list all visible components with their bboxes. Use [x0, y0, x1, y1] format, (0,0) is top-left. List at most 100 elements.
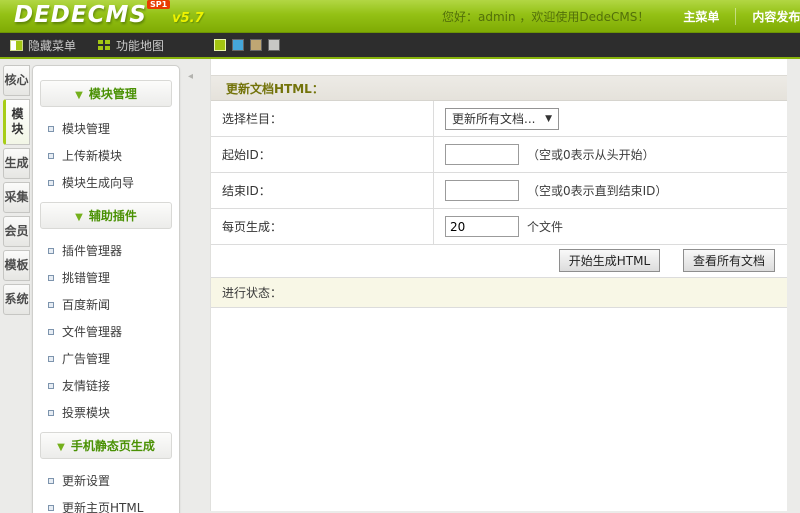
grid-icon — [98, 40, 111, 51]
section-aux-plugins[interactable]: ▼辅助插件 — [40, 202, 172, 229]
sidebar-item-label: 更新设置 — [62, 472, 110, 489]
chevron-down-icon: ▼ — [57, 442, 65, 453]
form-row-category: 选择栏目： 更新所有文档... ▼ — [211, 101, 787, 137]
form-row-start-id: 起始ID： （空或0表示从头开始） — [211, 137, 787, 173]
status-label: 进行状态： — [222, 286, 282, 300]
content-area: 核心 模块 生成 采集 会员 模板 系统 ▼ 模块管理 模块管理 上传新模块 模块… — [0, 59, 800, 511]
sidebar-item-label: 模块管理 — [62, 120, 110, 137]
sidebar-item-label: 百度新闻 — [62, 296, 110, 313]
sidebar-item-label: 广告管理 — [62, 350, 110, 367]
logo-text: DEDECMS — [14, 2, 147, 28]
field-label: 结束ID： — [211, 173, 433, 208]
main-panel: 更新文档HTML： 选择栏目： 更新所有文档... ▼ 起始ID： （空或0表示… — [210, 59, 787, 511]
sidebar-menu: ▼模块管理 模块管理 上传新模块 模块生成向导 ▼辅助插件 插件管理器 挑错管理… — [32, 65, 180, 513]
bullet-icon — [48, 126, 54, 132]
button-row: 开始生成HTML 查看所有文档 — [211, 245, 787, 278]
sidebar-item-vote-module[interactable]: 投票模块 — [33, 399, 179, 426]
select-arrow-icon: ▼ — [545, 114, 552, 124]
sidebar-item-update-settings[interactable]: 更新设置 — [33, 467, 179, 494]
chevron-down-icon: ▼ — [75, 90, 83, 101]
field-value-cell: 个文件 — [433, 209, 787, 244]
header-right: 您好：admin ，欢迎使用DedeCMS！ 主菜单 内容发布 内容管理 — [442, 0, 800, 33]
sidebar-item-file-manager[interactable]: 文件管理器 — [33, 318, 179, 345]
tab-generate[interactable]: 生成 — [3, 148, 30, 179]
form-row-end-id: 结束ID： （空或0表示直到结束ID） — [211, 173, 787, 209]
tab-system[interactable]: 系统 — [3, 284, 30, 315]
field-label: 每页生成： — [211, 209, 433, 244]
tab-template[interactable]: 模板 — [3, 250, 30, 281]
field-label: 选择栏目： — [211, 101, 433, 136]
section-mobile-static[interactable]: ▼ 手机静态页生成 — [40, 432, 172, 459]
version-label: v5.7 — [172, 11, 204, 26]
field-hint: （空或0表示从头开始） — [527, 146, 655, 163]
tab-module[interactable]: 模块 — [3, 99, 30, 145]
section-title: 手机静态页生成 — [71, 439, 155, 453]
theme-swatches — [214, 39, 286, 51]
sidebar-item-baidu-news[interactable]: 百度新闻 — [33, 291, 179, 318]
view-all-docs-button[interactable]: 查看所有文档 — [683, 249, 775, 272]
theme-swatch-gray[interactable] — [268, 39, 280, 51]
theme-swatch-tan[interactable] — [250, 39, 262, 51]
sidebar-item-module-manage[interactable]: 模块管理 — [33, 115, 179, 142]
top-menu: 主菜单 内容发布 内容管理 — [667, 8, 800, 25]
sidebar-item-label: 友情链接 — [62, 377, 110, 394]
sidebar-item-ad-manage[interactable]: 广告管理 — [33, 345, 179, 372]
field-hint: 个文件 — [527, 218, 563, 235]
start-id-input[interactable] — [445, 144, 519, 165]
section-title: 模块管理 — [89, 87, 137, 101]
bullet-icon — [48, 356, 54, 362]
per-page-input[interactable] — [445, 216, 519, 237]
section-title: 辅助插件 — [89, 209, 137, 223]
top-menu-main[interactable]: 主菜单 — [667, 8, 735, 25]
theme-swatch-blue[interactable] — [232, 39, 244, 51]
sidebar-item-friend-links[interactable]: 友情链接 — [33, 372, 179, 399]
function-map-button[interactable]: 功能地图 — [98, 37, 164, 54]
start-generate-button[interactable]: 开始生成HTML — [559, 249, 660, 272]
section-module-manage[interactable]: ▼ 模块管理 — [40, 80, 172, 107]
field-hint: （空或0表示直到结束ID） — [527, 182, 667, 199]
sidebar-gutter: ◂ — [180, 59, 210, 511]
module-tab-strip: 核心 模块 生成 采集 会员 模板 系统 — [0, 59, 32, 318]
sidebar-item-update-home-html[interactable]: 更新主页HTML — [33, 494, 179, 513]
field-value-cell: 更新所有文档... ▼ — [433, 101, 787, 136]
theme-swatch-green[interactable] — [214, 39, 226, 51]
sidebar-item-upload-module[interactable]: 上传新模块 — [33, 142, 179, 169]
page-title: 更新文档HTML： — [211, 75, 787, 101]
field-label: 起始ID： — [211, 137, 433, 172]
category-select-value: 更新所有文档... — [452, 110, 535, 127]
sidebar-item-label: 更新主页HTML — [62, 499, 143, 513]
bullet-icon — [48, 410, 54, 416]
tab-member[interactable]: 会员 — [3, 216, 30, 247]
field-value-cell: （空或0表示从头开始） — [433, 137, 787, 172]
sidebar-item-label: 文件管理器 — [62, 323, 122, 340]
sidebar-item-label: 模块生成向导 — [62, 174, 134, 191]
end-id-input[interactable] — [445, 180, 519, 201]
bullet-icon — [48, 505, 54, 511]
top-menu-publish[interactable]: 内容发布 — [735, 8, 800, 25]
tab-collect[interactable]: 采集 — [3, 182, 30, 213]
sidebar-item-label: 挑错管理 — [62, 269, 110, 286]
form-row-per-page: 每页生成： 个文件 — [211, 209, 787, 245]
sidebar-item-module-wizard[interactable]: 模块生成向导 — [33, 169, 179, 196]
hide-menu-icon — [10, 40, 23, 51]
sp1-badge: SP1 — [147, 0, 170, 9]
greeting-text: 您好：admin ，欢迎使用DedeCMS！ — [442, 8, 649, 25]
bullet-icon — [48, 478, 54, 484]
app-header: DEDECMSSP1v5.7 您好：admin ，欢迎使用DedeCMS！ 主菜… — [0, 0, 800, 33]
collapse-sidebar-icon[interactable]: ◂ — [188, 71, 193, 82]
tab-core[interactable]: 核心 — [3, 65, 30, 96]
status-bar: 进行状态： — [211, 278, 787, 308]
bullet-icon — [48, 248, 54, 254]
bullet-icon — [48, 180, 54, 186]
sidebar-item-error-manage[interactable]: 挑错管理 — [33, 264, 179, 291]
bullet-icon — [48, 329, 54, 335]
function-map-label: 功能地图 — [116, 37, 164, 54]
field-value-cell: （空或0表示直到结束ID） — [433, 173, 787, 208]
category-select[interactable]: 更新所有文档... ▼ — [445, 108, 559, 130]
logo: DEDECMSSP1v5.7 — [14, 2, 204, 28]
hide-menu-button[interactable]: 隐藏菜单 — [10, 37, 76, 54]
hide-menu-label: 隐藏菜单 — [28, 37, 76, 54]
sidebar-item-label: 投票模块 — [62, 404, 110, 421]
bullet-icon — [48, 302, 54, 308]
sidebar-item-plugin-manager[interactable]: 插件管理器 — [33, 237, 179, 264]
